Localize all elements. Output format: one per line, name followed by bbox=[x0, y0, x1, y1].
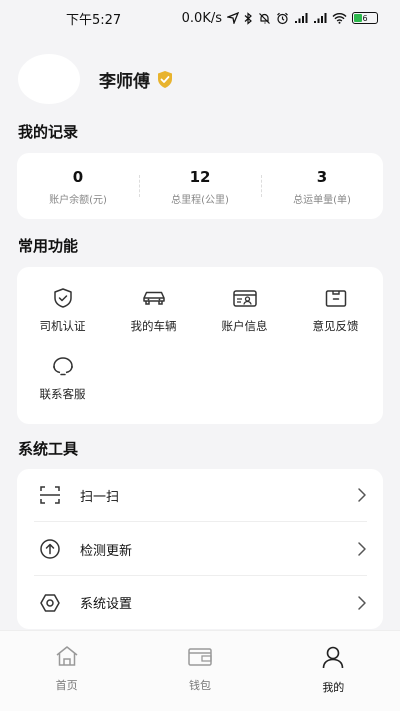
tab-label: 首页 bbox=[55, 679, 78, 692]
alarm-icon bbox=[277, 12, 288, 24]
chevron-right-icon bbox=[357, 595, 367, 611]
battery-level: 6 bbox=[362, 13, 368, 23]
tool-scan[interactable]: 扫一扫 bbox=[34, 469, 367, 522]
func-feedback[interactable]: 意见反馈 bbox=[290, 287, 381, 334]
functions-title: 常用功能 bbox=[18, 237, 79, 255]
func-label: 我的车辆 bbox=[130, 319, 177, 333]
tools-card: 扫一扫 检测更新 系统设置 bbox=[17, 469, 383, 629]
status-icons: 0.0K/s 6 bbox=[182, 11, 378, 26]
tab-mine[interactable]: 我的 bbox=[267, 631, 400, 700]
func-label: 司机认证 bbox=[39, 319, 86, 333]
record-mileage[interactable]: 12 总里程(公里) bbox=[139, 167, 261, 206]
shield-check-icon bbox=[17, 287, 108, 309]
func-label: 联系客服 bbox=[39, 387, 86, 401]
profile-header[interactable]: 李师傅 bbox=[18, 53, 174, 105]
tool-label: 系统设置 bbox=[80, 597, 133, 612]
tools-title: 系统工具 bbox=[18, 440, 79, 458]
car-icon bbox=[108, 287, 199, 309]
signal-icon-1 bbox=[295, 13, 308, 23]
tab-label: 我的 bbox=[322, 681, 345, 694]
func-my-vehicle[interactable]: 我的车辆 bbox=[108, 287, 199, 334]
wallet-icon bbox=[187, 645, 213, 671]
chevron-right-icon bbox=[357, 487, 367, 503]
settings-icon bbox=[38, 592, 62, 614]
record-label: 账户余额(元) bbox=[49, 194, 107, 206]
id-card-icon bbox=[199, 287, 290, 309]
bluetooth-icon bbox=[244, 11, 252, 25]
username: 李师傅 bbox=[99, 71, 150, 92]
record-value: 3 bbox=[316, 167, 328, 186]
upload-icon bbox=[38, 538, 62, 560]
bottom-tab-bar: 首页 钱包 我的 bbox=[0, 630, 400, 700]
status-time: 下午5:27 bbox=[66, 12, 122, 28]
headset-icon bbox=[17, 355, 108, 377]
tab-wallet[interactable]: 钱包 bbox=[133, 631, 266, 700]
user-icon bbox=[320, 645, 346, 673]
record-value: 0 bbox=[72, 167, 84, 186]
verified-badge-icon bbox=[156, 70, 174, 89]
tab-home[interactable]: 首页 bbox=[0, 631, 133, 700]
tool-check-update[interactable]: 检测更新 bbox=[34, 523, 367, 576]
func-account-info[interactable]: 账户信息 bbox=[199, 287, 290, 334]
status-bar: 下午5:27 0.0K/s 6 bbox=[0, 0, 400, 36]
net-speed: 0.0K/s bbox=[181, 10, 222, 26]
avatar[interactable] bbox=[18, 54, 80, 104]
battery-icon: 6 bbox=[352, 12, 378, 24]
mute-icon bbox=[259, 12, 270, 24]
wifi-icon bbox=[332, 13, 347, 24]
chevron-right-icon bbox=[357, 541, 367, 557]
func-contact-service[interactable]: 联系客服 bbox=[17, 355, 108, 402]
func-driver-auth[interactable]: 司机认证 bbox=[17, 287, 108, 334]
record-value: 12 bbox=[189, 167, 211, 186]
func-label: 账户信息 bbox=[221, 319, 268, 333]
records-card: 0 账户余额(元) 12 总里程(公里) 3 总运单量(单) bbox=[17, 153, 383, 219]
location-icon bbox=[227, 12, 239, 24]
tool-label: 扫一扫 bbox=[80, 489, 120, 505]
record-label: 总里程(公里) bbox=[171, 194, 229, 206]
tool-label: 检测更新 bbox=[80, 543, 133, 559]
home-icon bbox=[54, 645, 80, 671]
record-orders[interactable]: 3 总运单量(单) bbox=[261, 167, 383, 206]
tool-settings[interactable]: 系统设置 bbox=[34, 576, 367, 629]
signal-icon-2 bbox=[314, 13, 327, 23]
record-balance[interactable]: 0 账户余额(元) bbox=[17, 167, 139, 206]
home-indicator-area bbox=[0, 700, 400, 711]
tab-label: 钱包 bbox=[188, 679, 211, 692]
records-title: 我的记录 bbox=[18, 123, 79, 141]
feedback-icon bbox=[290, 287, 381, 309]
func-label: 意见反馈 bbox=[312, 319, 359, 333]
scan-icon bbox=[38, 485, 62, 505]
record-label: 总运单量(单) bbox=[293, 194, 351, 206]
functions-card: 司机认证 我的车辆 账户信息 意见反馈 联系客服 bbox=[17, 267, 383, 424]
